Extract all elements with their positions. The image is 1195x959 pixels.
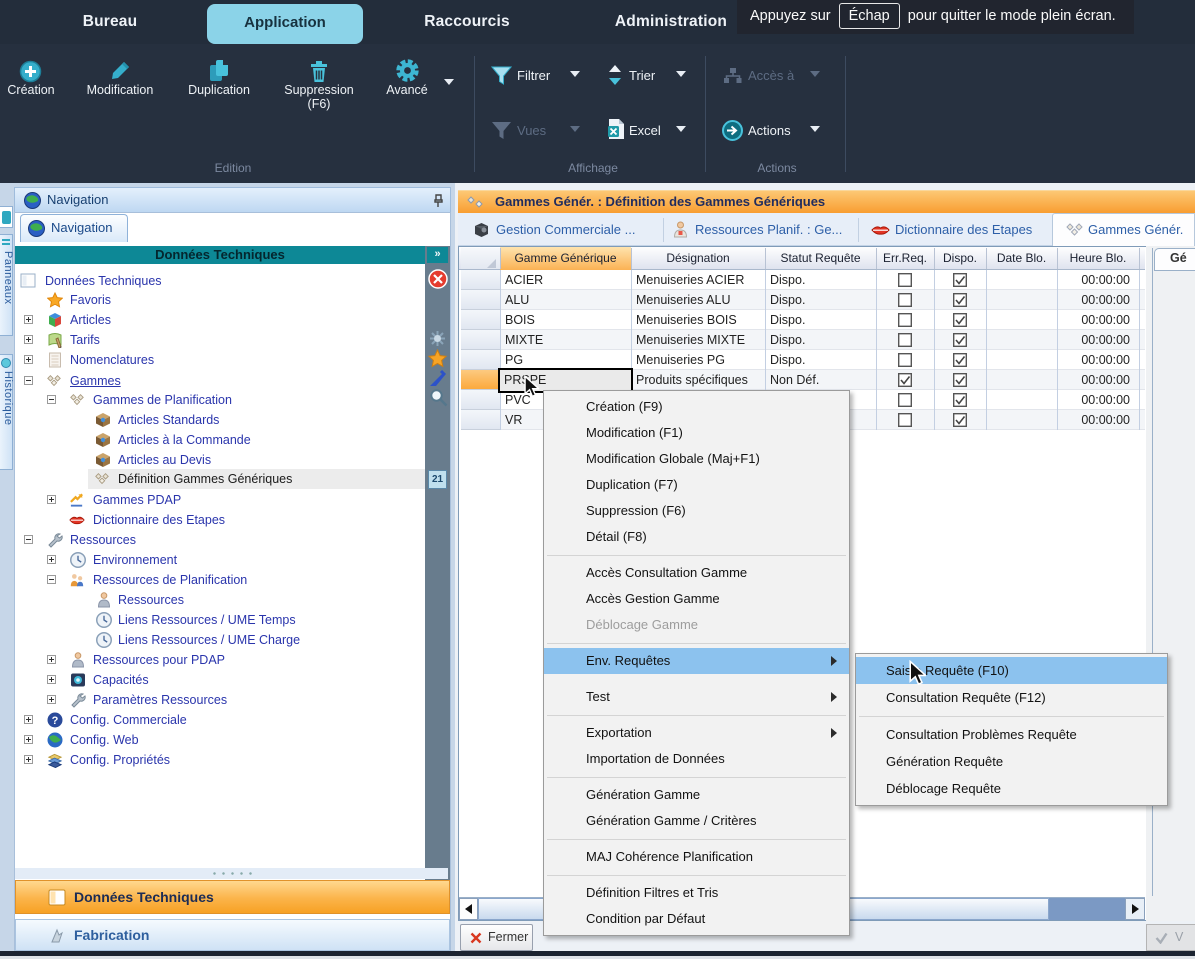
- svg-text:?: ?: [52, 715, 59, 727]
